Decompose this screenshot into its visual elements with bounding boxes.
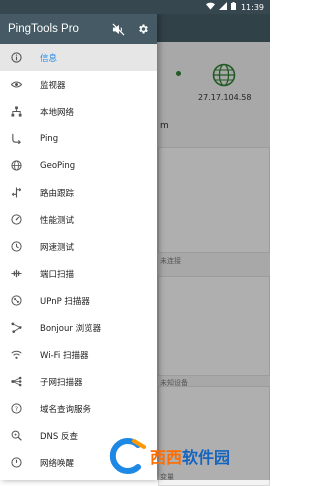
menu-item-label: UPnP 扫描器 (40, 296, 90, 307)
menu-item-geoping[interactable]: GeoPing (0, 152, 157, 179)
menu-item-label: 网络唤醒 (40, 458, 75, 469)
menu-item-label: GeoPing (40, 160, 76, 171)
settings-button[interactable] (135, 21, 151, 37)
menu-item-info[interactable]: 信息 (0, 44, 157, 71)
menu-item-bonjour-browser[interactable]: Bonjour 浏览器 (0, 314, 157, 341)
menu-item-label: 子网扫描器 (40, 377, 83, 388)
battery-icon (230, 2, 236, 12)
dns-search-icon (10, 430, 22, 442)
menu-item-traceroute[interactable]: 路由跟踪 (0, 179, 157, 206)
status-bar: 11:39 (0, 0, 270, 14)
menu-item-label: Bonjour 浏览器 (40, 323, 102, 334)
upnp-icon (10, 295, 22, 307)
status-icons (205, 2, 236, 12)
bonjour-icon (10, 322, 22, 334)
app-title: PingTools Pro (8, 23, 79, 35)
menu-item-port-scan[interactable]: 端口扫描 (0, 260, 157, 287)
menu-item-label: 监视器 (40, 80, 66, 91)
wifi-status-icon (205, 2, 215, 12)
mute-button[interactable] (110, 21, 126, 37)
subnet-icon (10, 376, 22, 388)
info-icon (10, 52, 22, 64)
port-scan-icon (10, 268, 22, 280)
watermark-text-b: 软件园 (182, 448, 231, 467)
gear-icon (139, 24, 148, 34)
watermark-c-logo-icon (109, 438, 146, 474)
speedometer-icon (10, 214, 22, 226)
speed-test-icon (10, 241, 22, 253)
watermark-logo: 西西软件园 (104, 432, 270, 480)
menu-item-benchmark[interactable]: 性能测试 (0, 206, 157, 233)
menu-item-speed-test[interactable]: 网速测试 (0, 233, 157, 260)
wake-power-icon (10, 457, 22, 469)
menu-item-label: 性能测试 (40, 215, 75, 226)
menu-item-label: 本地网络 (40, 107, 75, 118)
watermark-text-a: 西西 (150, 448, 183, 467)
speaker-muted-icon (112, 23, 124, 35)
menu-item-upnp-scanner[interactable]: UPnP 扫描器 (0, 287, 157, 314)
menu-item-wifi-scanner[interactable]: Wi-Fi 扫描器 (0, 341, 157, 368)
globe-icon (10, 160, 22, 172)
ping-icon (10, 133, 22, 145)
menu-item-label: 网速测试 (40, 242, 75, 253)
menu-item-label: DNS 反查 (40, 431, 79, 442)
menu-item-monitor[interactable]: 监视器 (0, 71, 157, 98)
network-tree-icon (10, 106, 22, 118)
menu-item-subnet-scanner[interactable]: 子网扫描器 (0, 368, 157, 395)
eye-icon (10, 79, 22, 91)
svg-text:?: ? (14, 405, 17, 413)
drawer-menu: 信息 监视器 本地网络 Ping GeoPing 路由跟踪 性能测试 网速测试 (0, 44, 157, 476)
navigation-drawer: PingTools Pro 信息 监视器 本地网络 Ping GeoPing 路… (0, 14, 157, 480)
whois-icon: ? (10, 403, 22, 415)
menu-item-local-network[interactable]: 本地网络 (0, 98, 157, 125)
menu-item-label: 路由跟踪 (40, 188, 75, 199)
clock: 11:39 (240, 2, 264, 12)
wifi-icon (10, 349, 22, 361)
menu-item-label: Ping (40, 133, 59, 144)
menu-item-whois[interactable]: ? 域名查询服务 (0, 395, 157, 422)
menu-item-label: 端口扫描 (40, 269, 75, 280)
menu-item-label: 信息 (40, 53, 58, 64)
menu-item-ping[interactable]: Ping (0, 125, 157, 152)
drawer-header: PingTools Pro (0, 14, 157, 44)
signal-icon (218, 2, 227, 12)
menu-item-label: 域名查询服务 (40, 404, 92, 415)
menu-item-label: Wi-Fi 扫描器 (40, 350, 89, 361)
route-icon (10, 187, 22, 199)
